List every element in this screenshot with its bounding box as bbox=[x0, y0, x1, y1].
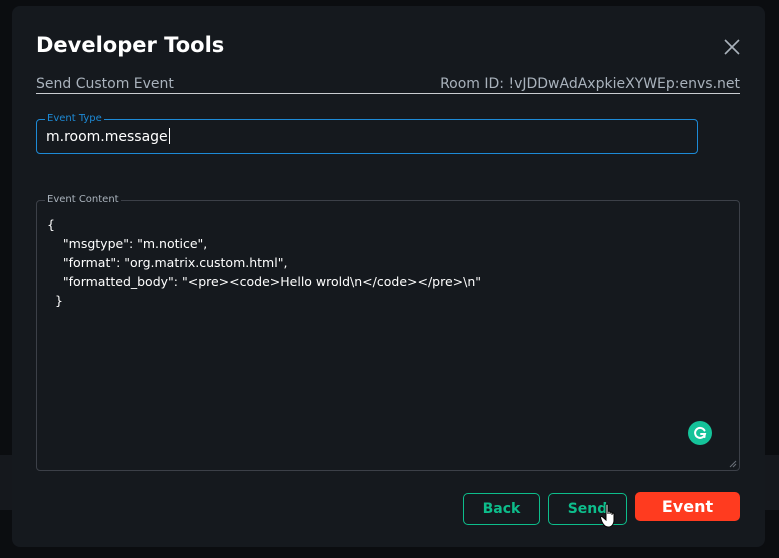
resize-handle-icon[interactable] bbox=[729, 460, 737, 468]
event-content-label: Event Content bbox=[45, 193, 121, 207]
developer-tools-dialog: Developer Tools Send Custom Event Room I… bbox=[12, 6, 765, 547]
close-icon bbox=[724, 39, 740, 55]
event-type-input[interactable]: m.room.message bbox=[46, 128, 170, 145]
event-content-textarea[interactable]: { "msgtype": "m.notice", "format": "org.… bbox=[47, 215, 481, 310]
event-button[interactable]: Event bbox=[635, 492, 740, 521]
event-type-field[interactable]: Event Type m.room.message bbox=[36, 112, 698, 154]
close-button[interactable] bbox=[724, 39, 740, 55]
event-type-value: m.room.message bbox=[46, 129, 168, 145]
back-button[interactable]: Back bbox=[463, 493, 540, 525]
send-custom-event-label: Send Custom Event bbox=[36, 76, 174, 92]
dialog-title: Developer Tools bbox=[36, 33, 225, 57]
event-content-field[interactable]: Event Content { "msgtype": "m.notice", "… bbox=[36, 193, 740, 471]
event-type-label: Event Type bbox=[45, 112, 104, 126]
subheader: Send Custom Event Room ID: !vJDDwAdAxpki… bbox=[36, 74, 740, 94]
text-caret bbox=[168, 128, 170, 144]
grammarly-button[interactable] bbox=[688, 421, 712, 445]
room-id-label: Room ID: !vJDDwAdAxpkieXYWEp:envs.net bbox=[440, 76, 740, 92]
hand-cursor-icon bbox=[600, 503, 615, 528]
grammarly-icon bbox=[694, 426, 707, 439]
